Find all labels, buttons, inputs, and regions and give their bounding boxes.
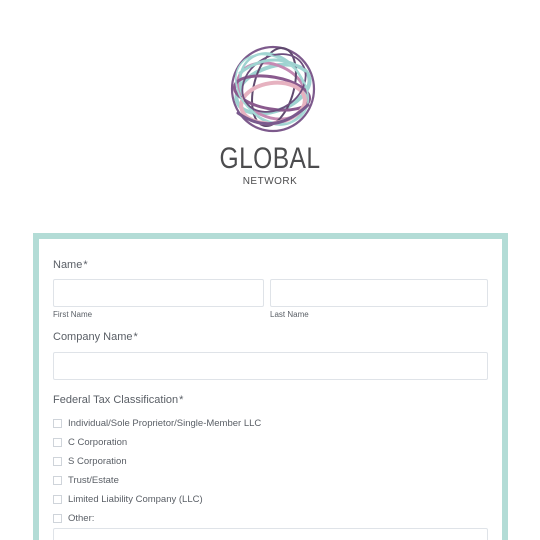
globe-logo-icon (230, 45, 316, 133)
company-name-input[interactable] (53, 352, 488, 380)
option-label: Limited Liability Company (LLC) (68, 493, 203, 505)
tax-classification-label: Federal Tax Classification* (53, 394, 183, 406)
option-label: Trust/Estate (68, 474, 119, 486)
tax-option-c-corporation[interactable]: C Corporation (53, 435, 127, 449)
checkbox[interactable] (53, 456, 62, 466)
page: GLOBAL NETWORK Name* First Name Last Nam… (0, 0, 540, 540)
option-label: C Corporation (68, 436, 128, 448)
checkbox[interactable] (53, 418, 62, 428)
name-label-text: Name (53, 259, 83, 271)
first-name-input[interactable] (53, 279, 264, 307)
required-mark: * (133, 331, 138, 343)
tax-option-trust-estate[interactable]: Trust/Estate (53, 473, 119, 487)
checkbox[interactable] (53, 475, 62, 485)
tax-option-other[interactable]: Other: (53, 511, 94, 525)
logo: GLOBAL NETWORK (0, 0, 540, 200)
required-mark: * (179, 394, 184, 406)
tax-label-text: Federal Tax Classification (53, 394, 179, 406)
company-label-text: Company Name (53, 331, 133, 343)
first-name-sublabel: First Name (53, 310, 93, 319)
tax-option-individual[interactable]: Individual/Sole Proprietor/Single-Member… (53, 416, 261, 430)
option-label: S Corporation (68, 455, 127, 467)
last-name-input[interactable] (270, 279, 488, 307)
checkbox[interactable] (53, 513, 62, 523)
logo-subtitle: NETWORK (242, 176, 298, 187)
required-mark: * (83, 259, 88, 271)
tax-option-llc[interactable]: Limited Liability Company (LLC) (53, 492, 203, 506)
checkbox[interactable] (53, 494, 62, 504)
other-classification-input[interactable] (53, 528, 488, 540)
form-container: Name* First Name Last Name Company Name*… (33, 233, 508, 540)
option-label: Individual/Sole Proprietor/Single-Member… (68, 417, 262, 429)
tax-option-s-corporation[interactable]: S Corporation (53, 454, 127, 468)
option-label: Other: (68, 512, 95, 524)
checkbox[interactable] (53, 437, 62, 447)
last-name-sublabel: Last Name (270, 310, 309, 319)
name-field-label: Name* (53, 259, 88, 271)
company-field-label: Company Name* (53, 331, 138, 343)
logo-title: GLOBAL (219, 142, 321, 175)
